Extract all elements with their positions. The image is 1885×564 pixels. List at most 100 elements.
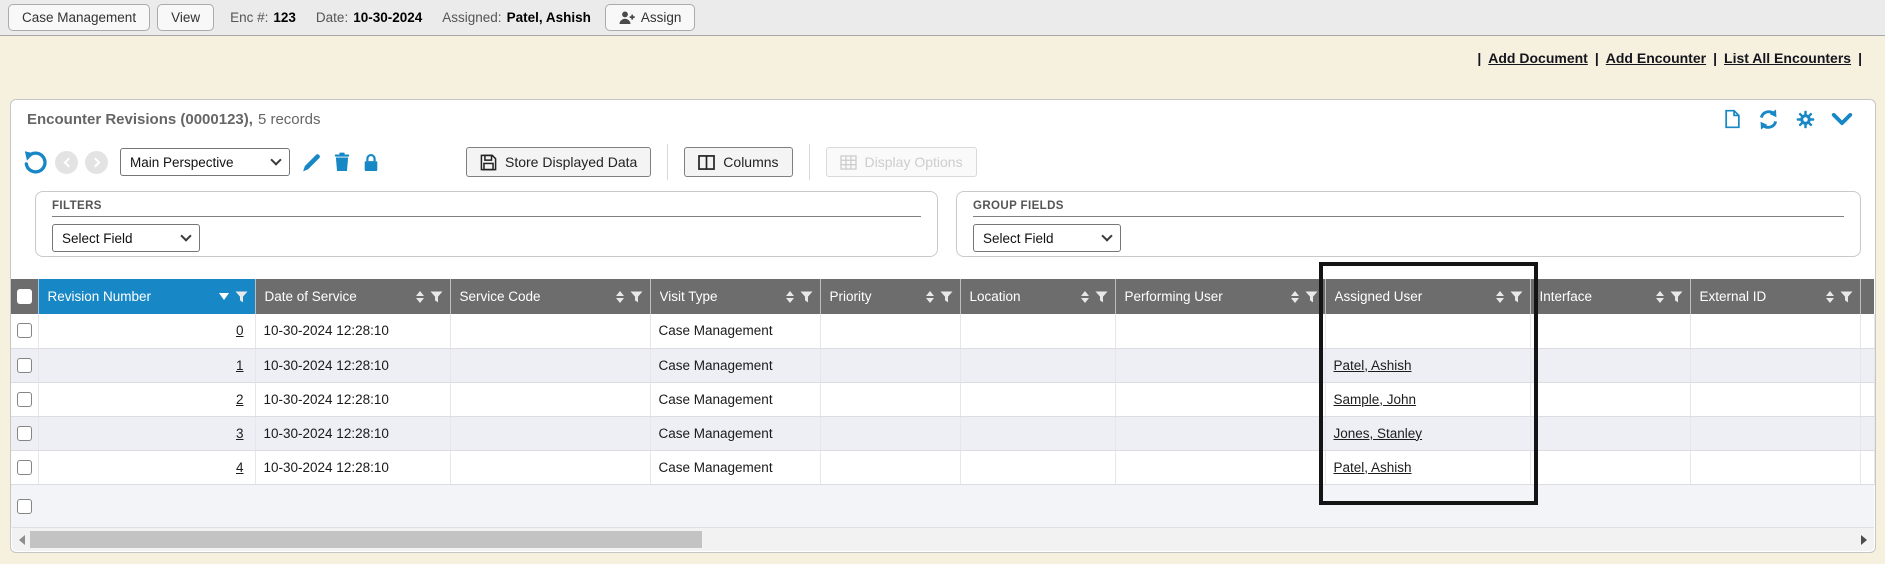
assigned_user-link[interactable]: Sample, John [1334, 392, 1417, 407]
column-header-location[interactable]: Location [960, 279, 1115, 314]
assigned_user-link[interactable]: Patel, Ashish [1334, 460, 1412, 475]
filters-field-select[interactable]: Select Field [52, 224, 200, 252]
sort-icon[interactable] [926, 291, 934, 303]
person-plus-icon [619, 11, 635, 25]
store-displayed-data-button[interactable]: Store Displayed Data [466, 147, 651, 177]
assign-button-label: Assign [641, 10, 682, 25]
sort-icon[interactable] [1826, 291, 1834, 303]
column-header-date[interactable]: Date of Service [255, 279, 450, 314]
horizontal-scrollbar[interactable] [12, 527, 1874, 551]
filter-funnel-icon[interactable] [235, 291, 248, 303]
sort-icon[interactable] [786, 291, 794, 303]
link-separator: | [1713, 50, 1717, 66]
columns-button[interactable]: Columns [684, 147, 792, 177]
top-bar-button[interactable]: Case Management [8, 4, 150, 31]
lock-icon[interactable] [362, 153, 380, 172]
filter-funnel-icon[interactable] [800, 291, 813, 303]
cell-location [960, 382, 1115, 416]
sort-icon[interactable] [1081, 291, 1089, 303]
cell-s_partial [1860, 314, 1874, 348]
action-links: |Add Document|Add Encounter|List All Enc… [1477, 50, 1862, 66]
delete-trash-icon[interactable] [333, 152, 351, 172]
revision-link[interactable]: 4 [236, 460, 244, 475]
row-checkbox[interactable] [17, 460, 32, 475]
row-checkbox[interactable] [17, 323, 32, 338]
column-header-assigned_user[interactable]: Assigned User [1325, 279, 1530, 314]
group-fields-select[interactable]: Select Field [973, 224, 1121, 252]
column-header-external_id[interactable]: External ID [1690, 279, 1860, 314]
assign-button[interactable]: Assign [605, 4, 696, 31]
gear-icon[interactable] [1795, 109, 1816, 130]
assigned_user-link[interactable]: Patel, Ashish [1334, 358, 1412, 373]
cell-external_id [1690, 416, 1860, 450]
assigned_user-link[interactable]: Jones, Stanley [1334, 426, 1423, 441]
cell-visit_type: Case Management [650, 450, 820, 484]
sort-icon[interactable] [416, 291, 424, 303]
scrollbar-thumb[interactable] [30, 531, 702, 548]
filter-funnel-icon[interactable] [1510, 291, 1523, 303]
filter-funnel-icon[interactable] [940, 291, 953, 303]
save-floppy-icon [480, 154, 497, 171]
group-fields-box: GROUP FIELDS Select Field [956, 191, 1861, 257]
refresh-icon[interactable] [1757, 108, 1780, 131]
row-select-cell [11, 416, 38, 450]
filter-funnel-icon[interactable] [1305, 291, 1318, 303]
action-link[interactable]: List All Encounters [1724, 50, 1851, 66]
footer-checkbox[interactable] [17, 499, 32, 514]
column-header-service_code[interactable]: Service Code [450, 279, 650, 314]
filter-funnel-icon[interactable] [630, 291, 643, 303]
filter-funnel-icon[interactable] [1095, 291, 1108, 303]
sort-desc-icon[interactable] [219, 293, 229, 300]
column-header-visit_type[interactable]: Visit Type [650, 279, 820, 314]
sort-icon[interactable] [1291, 291, 1299, 303]
revision-link[interactable]: 3 [236, 426, 244, 441]
perspective-select[interactable]: Main Perspective [120, 148, 290, 176]
action-link[interactable]: Add Document [1488, 50, 1588, 66]
row-select-cell [11, 382, 38, 416]
column-header-priority[interactable]: Priority [820, 279, 960, 314]
column-header-s_partial[interactable]: S [1860, 279, 1874, 314]
revision-link[interactable]: 0 [236, 323, 244, 338]
undo-icon[interactable] [23, 150, 48, 175]
revision-link[interactable]: 2 [236, 392, 244, 407]
sort-icon[interactable] [1496, 291, 1504, 303]
revision-link[interactable]: 1 [236, 358, 244, 373]
column-label: Date of Service [265, 289, 413, 304]
filter-funnel-icon[interactable] [1840, 291, 1853, 303]
table-wrap: Revision Number Date of Service Service Co… [11, 279, 1875, 528]
column-label: Revision Number [48, 289, 216, 304]
column-label: Service Code [460, 289, 613, 304]
select-all-checkbox[interactable] [17, 289, 32, 304]
row-checkbox[interactable] [17, 392, 32, 407]
top-bar: Case ManagementView Enc #:123Date:10-30-… [0, 0, 1885, 36]
scroll-right-arrow-icon[interactable] [1861, 535, 1867, 545]
cell-interface [1530, 314, 1690, 348]
action-link[interactable]: Add Encounter [1606, 50, 1706, 66]
top-bar-button[interactable]: View [157, 4, 214, 31]
row-checkbox[interactable] [17, 358, 32, 373]
sort-icon[interactable] [616, 291, 624, 303]
chevron-down-icon[interactable] [1831, 113, 1853, 126]
cell-location [960, 416, 1115, 450]
filters-box: FILTERS Select Field [35, 191, 938, 257]
cell-interface [1530, 450, 1690, 484]
column-header-revision[interactable]: Revision Number [38, 279, 255, 314]
column-label: Interface [1540, 289, 1653, 304]
cell-service_code [450, 416, 650, 450]
sort-icon[interactable] [1656, 291, 1664, 303]
cell-location [960, 348, 1115, 382]
cell-visit_type: Case Management [650, 348, 820, 382]
display-options-button: Display Options [826, 147, 977, 177]
select-all-header[interactable] [11, 279, 38, 314]
filter-funnel-icon[interactable] [1670, 291, 1683, 303]
scroll-left-arrow-icon[interactable] [19, 535, 25, 545]
new-document-icon[interactable] [1723, 108, 1742, 130]
column-header-interface[interactable]: Interface [1530, 279, 1690, 314]
row-checkbox[interactable] [17, 426, 32, 441]
panel-title: Encounter Revisions (0000123), [27, 111, 253, 128]
cell-external_id [1690, 348, 1860, 382]
filter-funnel-icon[interactable] [430, 291, 443, 303]
table-row: 310-30-2024 12:28:10Case ManagementJones… [11, 416, 1874, 450]
column-header-performing_user[interactable]: Performing User [1115, 279, 1325, 314]
edit-pencil-icon[interactable] [301, 152, 322, 173]
